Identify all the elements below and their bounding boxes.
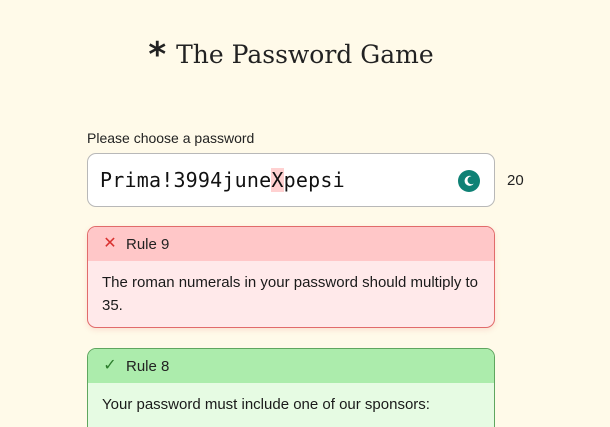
page-title: The Password Game — [176, 39, 434, 69]
password-text-before: Prima!3994june — [100, 168, 272, 192]
password-text-after: pepsi — [283, 168, 345, 192]
password-length-count: 20 — [507, 172, 524, 189]
password-label: Please choose a password — [87, 130, 255, 146]
rule-header: ✓ Rule 8 — [88, 349, 494, 383]
moon-icon — [458, 170, 480, 192]
rule-title: Rule 8 — [126, 357, 170, 375]
rule-8-card: ✓ Rule 8 Your password must include one … — [87, 348, 495, 427]
x-icon: ✕ — [103, 235, 117, 252]
password-input[interactable]: Prima!3994juneXpepsi — [87, 153, 495, 207]
asterisk-icon: * — [148, 35, 167, 75]
rule-description: The roman numerals in your password shou… — [102, 274, 479, 314]
game-title: * The Password Game — [0, 36, 582, 72]
rule-title: Rule 9 — [126, 235, 170, 253]
password-value: Prima!3994juneXpepsi — [100, 168, 345, 192]
check-icon: ✓ — [103, 357, 117, 374]
rule-description: Your password must include one of our sp… — [102, 396, 430, 413]
rule-header: ✕ Rule 9 — [88, 227, 494, 261]
password-highlighted-char: X — [271, 168, 284, 192]
rule-9-card: ✕ Rule 9 The roman numerals in your pass… — [87, 226, 495, 328]
